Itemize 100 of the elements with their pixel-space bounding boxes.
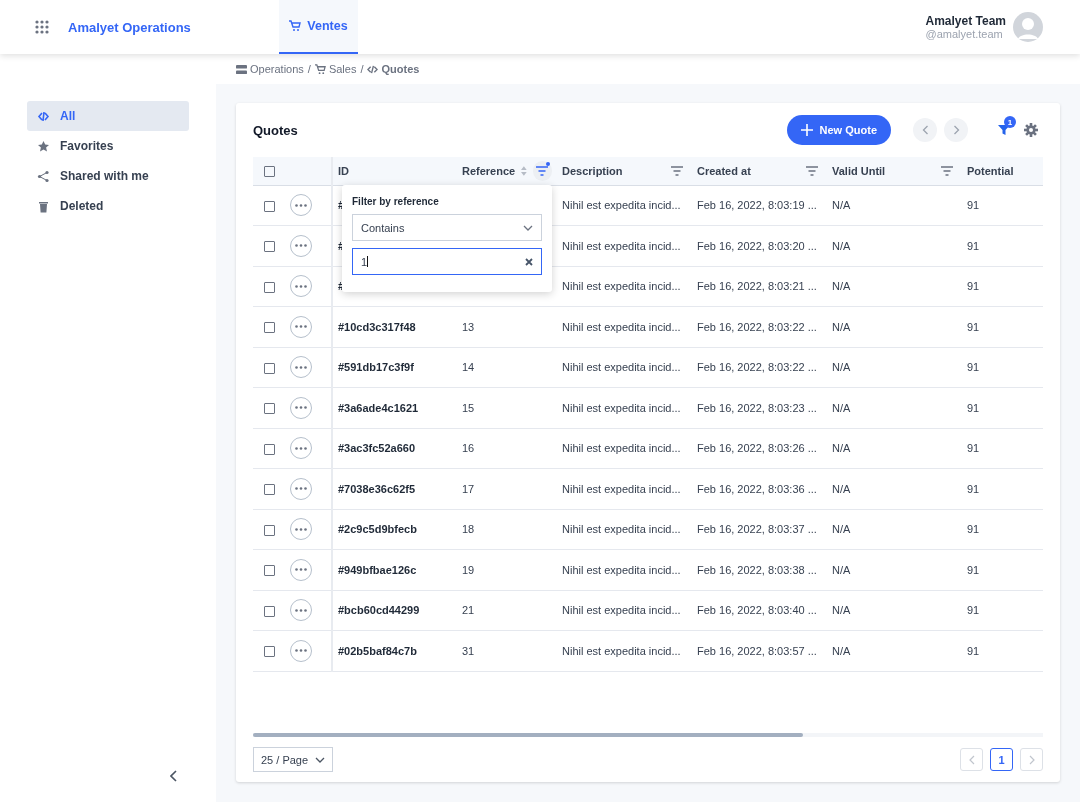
table-cell: N/A: [832, 401, 851, 414]
row-checkbox[interactable]: [263, 200, 275, 212]
scrollbar-thumb[interactable]: [253, 733, 803, 737]
sidebar-item[interactable]: Deleted: [27, 191, 189, 221]
table-cell: Nihil est expedita incid...: [562, 361, 681, 374]
code-icon: [367, 63, 379, 75]
sidebar-item[interactable]: Shared with me: [27, 161, 189, 191]
breadcrumb-link[interactable]: Quotes: [367, 63, 420, 75]
table-cell: 91: [967, 239, 980, 252]
table-cell: 21: [462, 604, 475, 617]
table-cell: Feb 16, 2022, 8:03:38 ...: [697, 563, 817, 576]
table-cell: Feb 16, 2022, 8:03:37 ...: [697, 523, 817, 536]
table-cell: N/A: [832, 482, 851, 495]
table-cell: 91: [967, 482, 980, 495]
table-cell: Feb 16, 2022, 8:03:19 ...: [697, 199, 817, 212]
column-header[interactable]: ID: [338, 164, 349, 177]
row-checkbox[interactable]: [263, 403, 275, 415]
filter-lines-icon: [536, 165, 549, 176]
table-cell: Feb 16, 2022, 8:03:57 ...: [697, 644, 817, 657]
table-cell: Nihil est expedita incid...: [562, 604, 681, 617]
filter-value-field[interactable]: 1: [352, 248, 542, 275]
column-header[interactable]: Valid Until: [832, 164, 886, 177]
table-cell: #3a6ade4c1621: [338, 401, 419, 414]
cart-icon: [289, 20, 302, 32]
ellipsis-icon: [295, 487, 307, 491]
filter-lines-icon: [806, 165, 818, 176]
table-cell: N/A: [832, 280, 851, 293]
table-cell: Feb 16, 2022, 8:03:22 ...: [697, 361, 817, 374]
chevron-down-icon: [523, 224, 533, 231]
table-cell: #02b5baf84c7b: [338, 644, 417, 657]
filter-lines-icon: [941, 165, 953, 176]
table-cell: Nihil est expedita incid...: [562, 563, 681, 576]
row-checkbox[interactable]: [263, 443, 275, 455]
server-icon: [236, 63, 247, 75]
apps-grid-icon[interactable]: [35, 20, 49, 34]
table-cell: 91: [967, 320, 980, 333]
row-checkbox[interactable]: [263, 362, 275, 374]
table-cell: N/A: [832, 199, 851, 212]
table-cell: Nihil est expedita incid...: [562, 482, 681, 495]
column-header[interactable]: Created at: [697, 164, 751, 177]
column-header[interactable]: Description: [562, 164, 623, 177]
row-checkbox[interactable]: [263, 605, 275, 617]
card-title: Quotes: [253, 122, 298, 138]
column-header[interactable]: Reference: [462, 164, 516, 177]
table-cell: 17: [462, 482, 475, 495]
sidebar-item[interactable]: All: [27, 101, 189, 131]
sidebar-item[interactable]: Favorites: [27, 131, 189, 161]
code-icon: [37, 109, 50, 123]
row-checkbox[interactable]: [263, 322, 275, 334]
ellipsis-icon: [295, 284, 307, 288]
page-button[interactable]: 1: [990, 748, 1013, 771]
clear-icon[interactable]: [525, 257, 533, 266]
row-checkbox[interactable]: [263, 241, 275, 253]
table-cell: Nihil est expedita incid...: [562, 442, 681, 455]
breadcrumb-link[interactable]: Operations: [236, 63, 304, 75]
ellipsis-icon: [295, 649, 307, 653]
column-filter-icon[interactable]: [532, 160, 552, 181]
row-checkbox[interactable]: [263, 646, 275, 658]
breadcrumb-link[interactable]: Sales: [314, 63, 357, 75]
settings-icon[interactable]: [1024, 123, 1038, 137]
table-cell: Nihil est expedita incid...: [562, 644, 681, 657]
table-cell: 91: [967, 563, 980, 576]
table-cell: N/A: [832, 442, 851, 455]
sort-icon[interactable]: [521, 165, 527, 176]
table-cell: #2c9c5d9bfecb: [338, 523, 417, 536]
table-cell: N/A: [832, 604, 851, 617]
page-size-select[interactable]: 25 / Page: [253, 747, 334, 772]
row-checkbox[interactable]: [263, 281, 275, 293]
column-header[interactable]: Potential: [967, 164, 1014, 177]
avatar-icon[interactable]: [1013, 12, 1043, 42]
table-cell: Nihil est expedita incid...: [562, 239, 681, 252]
table-cell: 91: [967, 604, 980, 617]
previous-button[interactable]: [913, 118, 937, 142]
ellipsis-icon: [295, 244, 307, 248]
popup-title: Filter by reference: [352, 196, 440, 207]
row-checkbox[interactable]: [263, 565, 275, 577]
table-cell: Feb 16, 2022, 8:03:36 ...: [697, 482, 817, 495]
select-all-checkbox[interactable]: [263, 166, 275, 178]
table-cell: 31: [462, 644, 475, 657]
table-cell: 91: [967, 442, 980, 455]
table-cell: 14: [462, 361, 475, 374]
table-cell: 91: [967, 644, 980, 657]
table-cell: N/A: [832, 239, 851, 252]
next-button[interactable]: [944, 118, 968, 142]
table-cell: 91: [967, 199, 980, 212]
operator-select[interactable]: Contains: [352, 214, 542, 241]
new-quote-button[interactable]: New Quote: [786, 115, 891, 145]
breadcrumb-separator: /: [360, 63, 364, 75]
table-cell: Feb 16, 2022, 8:03:21 ...: [697, 280, 817, 293]
ellipsis-icon: [295, 446, 307, 450]
collapse-icon[interactable]: [170, 770, 178, 782]
filter-lines-icon: [671, 165, 683, 176]
plus-icon: [800, 124, 813, 136]
row-checkbox[interactable]: [263, 484, 275, 496]
app-title: Amalyet Operations: [68, 19, 192, 35]
chevron-down-icon: [315, 756, 326, 763]
table-cell: #10cd3c317f48: [338, 320, 416, 333]
star-icon: [37, 139, 50, 153]
row-checkbox[interactable]: [263, 524, 275, 536]
nav-tab[interactable]: Ventes: [279, 0, 358, 54]
